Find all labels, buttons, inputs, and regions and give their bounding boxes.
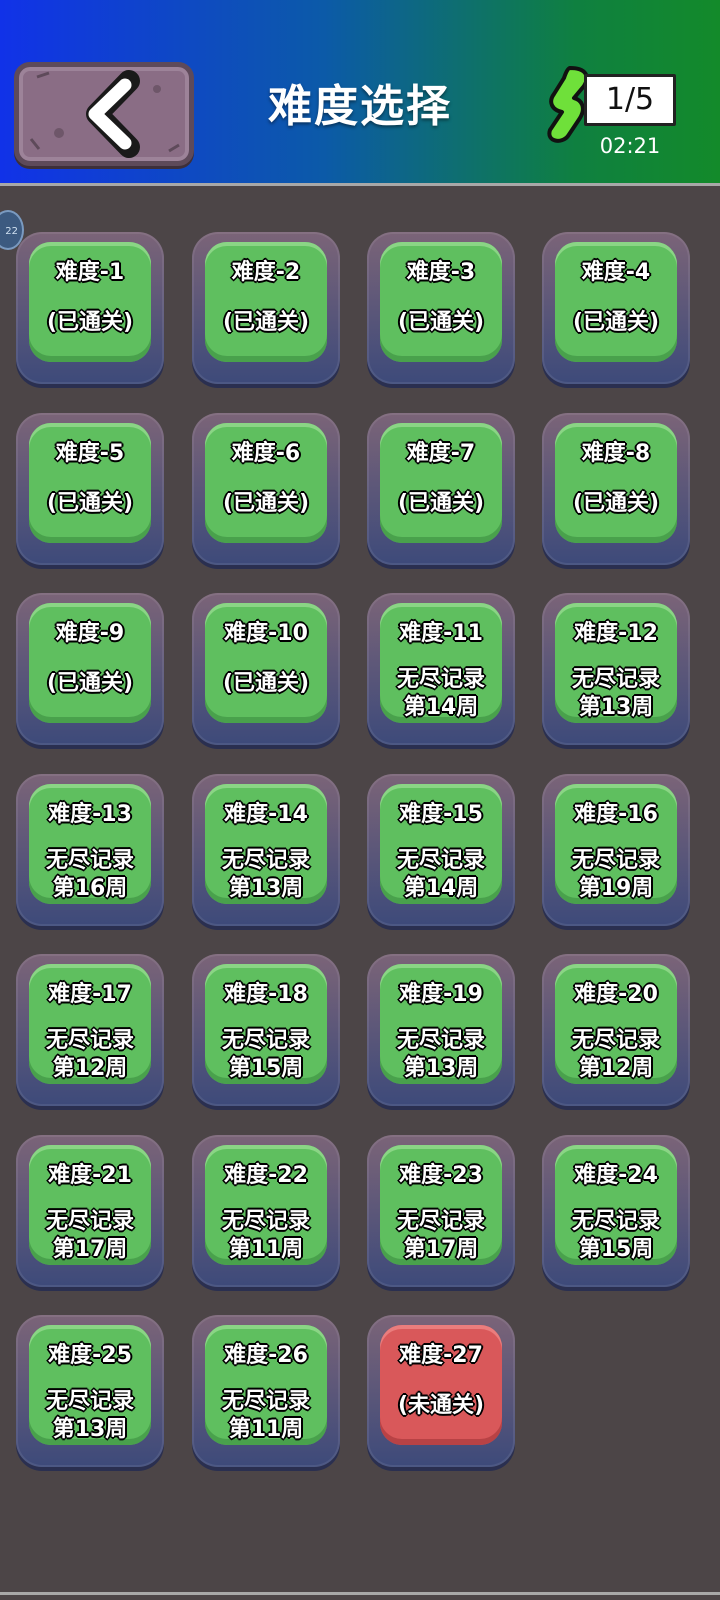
level-status: (已通关) bbox=[46, 671, 134, 696]
level-record: 第13周 bbox=[403, 1056, 479, 1081]
level-name: 难度-22 bbox=[224, 1163, 308, 1188]
level-record: 第14周 bbox=[403, 876, 479, 901]
level-name: 难度-4 bbox=[581, 260, 651, 285]
level-tile[interactable]: 难度-24 无尽记录 第15周 bbox=[542, 1135, 690, 1287]
level-tile[interactable]: 难度-3 (已通关) bbox=[367, 232, 515, 384]
level-name: 难度-3 bbox=[406, 260, 476, 285]
level-tile[interactable]: 难度-11 无尽记录 第14周 bbox=[367, 593, 515, 745]
level-record: 第13周 bbox=[52, 1417, 128, 1442]
level-status: (未通关) bbox=[397, 1393, 485, 1418]
level-tile[interactable]: 难度-7 (已通关) bbox=[367, 413, 515, 565]
level-tile[interactable]: 难度-1 (已通关) bbox=[16, 232, 164, 384]
level-name: 难度-7 bbox=[406, 441, 476, 466]
level-record: 第13周 bbox=[578, 695, 654, 720]
level-record: 第11周 bbox=[228, 1417, 304, 1442]
level-tile[interactable]: 难度-6 (已通关) bbox=[192, 413, 340, 565]
level-name: 难度-23 bbox=[399, 1163, 483, 1188]
level-record: 第12周 bbox=[578, 1056, 654, 1081]
level-tile[interactable]: 难度-5 (已通关) bbox=[16, 413, 164, 565]
level-tile[interactable]: 难度-18 无尽记录 第15周 bbox=[192, 954, 340, 1106]
level-tile[interactable]: 难度-19 无尽记录 第13周 bbox=[367, 954, 515, 1106]
level-tile[interactable]: 难度-25 无尽记录 第13周 bbox=[16, 1315, 164, 1467]
level-tile[interactable]: 难度-17 无尽记录 第12周 bbox=[16, 954, 164, 1106]
level-name: 难度-5 bbox=[55, 441, 125, 466]
level-tile[interactable]: 难度-15 无尽记录 第14周 bbox=[367, 774, 515, 926]
level-name: 难度-15 bbox=[399, 802, 483, 827]
level-name: 难度-9 bbox=[55, 621, 125, 646]
level-status: (已通关) bbox=[572, 310, 660, 335]
level-name: 难度-27 bbox=[399, 1343, 483, 1368]
level-name: 难度-10 bbox=[224, 621, 308, 646]
level-status: (已通关) bbox=[46, 310, 134, 335]
level-tile[interactable]: 难度-2 (已通关) bbox=[192, 232, 340, 384]
level-record: 第17周 bbox=[403, 1237, 479, 1262]
level-name: 难度-12 bbox=[574, 621, 658, 646]
level-status: (已通关) bbox=[222, 491, 310, 516]
level-tile[interactable]: 难度-12 无尽记录 第13周 bbox=[542, 593, 690, 745]
level-name: 难度-2 bbox=[231, 260, 301, 285]
level-record: 第12周 bbox=[52, 1056, 128, 1081]
level-tile[interactable]: 难度-16 无尽记录 第19周 bbox=[542, 774, 690, 926]
level-name: 难度-21 bbox=[48, 1163, 132, 1188]
level-tile[interactable]: 难度-9 (已通关) bbox=[16, 593, 164, 745]
level-tile[interactable]: 难度-13 无尽记录 第16周 bbox=[16, 774, 164, 926]
level-name: 难度-17 bbox=[48, 982, 132, 1007]
level-name: 难度-14 bbox=[224, 802, 308, 827]
level-name: 难度-20 bbox=[574, 982, 658, 1007]
level-name: 难度-1 bbox=[55, 260, 125, 285]
level-tile[interactable]: 难度-21 无尽记录 第17周 bbox=[16, 1135, 164, 1287]
level-status: (已通关) bbox=[46, 491, 134, 516]
level-record: 第17周 bbox=[52, 1237, 128, 1262]
level-tile[interactable]: 难度-8 (已通关) bbox=[542, 413, 690, 565]
level-name: 难度-18 bbox=[224, 982, 308, 1007]
level-status: (已通关) bbox=[397, 491, 485, 516]
level-name: 难度-16 bbox=[574, 802, 658, 827]
level-name: 难度-6 bbox=[231, 441, 301, 466]
level-status: (已通关) bbox=[572, 491, 660, 516]
level-tile[interactable]: 难度-26 无尽记录 第11周 bbox=[192, 1315, 340, 1467]
level-tile[interactable]: 难度-23 无尽记录 第17周 bbox=[367, 1135, 515, 1287]
level-name: 难度-13 bbox=[48, 802, 132, 827]
level-record: 第13周 bbox=[228, 876, 304, 901]
level-status: (已通关) bbox=[222, 310, 310, 335]
level-name: 难度-11 bbox=[399, 621, 483, 646]
level-record: 第15周 bbox=[578, 1237, 654, 1262]
bottom-divider bbox=[0, 1592, 720, 1595]
level-tile[interactable]: 难度-27 (未通关) bbox=[367, 1315, 515, 1467]
level-record: 第11周 bbox=[228, 1237, 304, 1262]
level-tile[interactable]: 难度-20 无尽记录 第12周 bbox=[542, 954, 690, 1106]
level-name: 难度-25 bbox=[48, 1343, 132, 1368]
level-record: 第14周 bbox=[403, 695, 479, 720]
level-tile[interactable]: 难度-22 无尽记录 第11周 bbox=[192, 1135, 340, 1287]
level-tile[interactable]: 难度-4 (已通关) bbox=[542, 232, 690, 384]
level-tile[interactable]: 难度-10 (已通关) bbox=[192, 593, 340, 745]
level-name: 难度-8 bbox=[581, 441, 651, 466]
level-status: (已通关) bbox=[397, 310, 485, 335]
level-name: 难度-19 bbox=[399, 982, 483, 1007]
level-record: 第16周 bbox=[52, 876, 128, 901]
level-status: (已通关) bbox=[222, 671, 310, 696]
level-tile[interactable]: 难度-14 无尽记录 第13周 bbox=[192, 774, 340, 926]
level-record: 第19周 bbox=[578, 876, 654, 901]
level-grid: 难度-1 (已通关) 难度-2 (已通关) 难度-3 (已通关) 难度-4 (已通关) 难度-5… bbox=[0, 0, 720, 1600]
level-name: 难度-24 bbox=[574, 1163, 658, 1188]
level-name: 难度-26 bbox=[224, 1343, 308, 1368]
level-record: 第15周 bbox=[228, 1056, 304, 1081]
